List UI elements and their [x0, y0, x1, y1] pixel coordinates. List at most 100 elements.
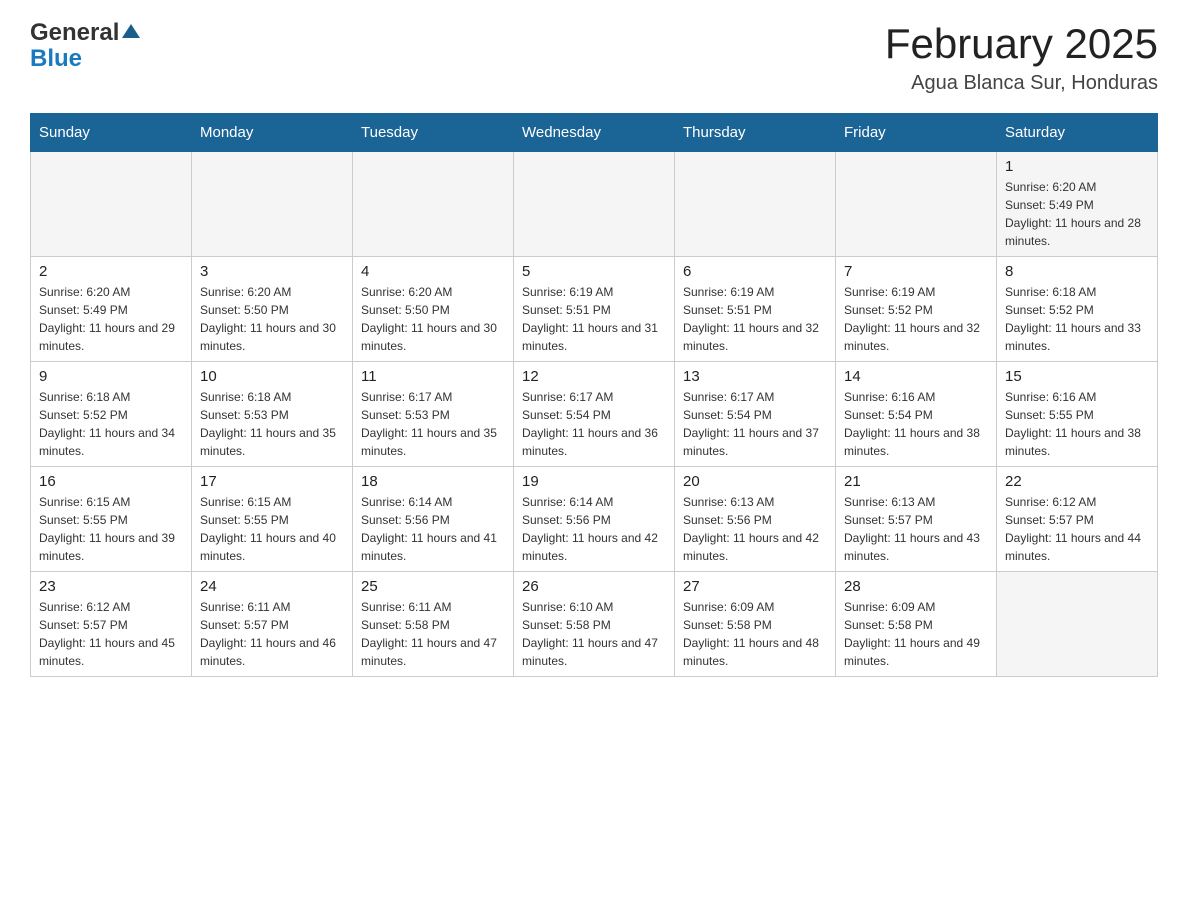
day-info: Sunrise: 6:13 AM Sunset: 5:56 PM Dayligh…: [683, 493, 827, 565]
day-info: Sunrise: 6:13 AM Sunset: 5:57 PM Dayligh…: [844, 493, 988, 565]
calendar-cell: [836, 152, 997, 257]
calendar-header-row: SundayMondayTuesdayWednesdayThursdayFrid…: [31, 114, 1158, 152]
column-header-sunday: Sunday: [31, 114, 192, 152]
day-number: 11: [361, 368, 505, 385]
calendar-week-row: 1 Sunrise: 6:20 AM Sunset: 5:49 PM Daylig…: [31, 152, 1158, 257]
day-info: Sunrise: 6:20 AM Sunset: 5:49 PM Dayligh…: [1005, 178, 1149, 250]
day-number: 24: [200, 578, 344, 595]
calendar-cell: 15 Sunrise: 6:16 AM Sunset: 5:55 PM Dayli…: [997, 362, 1158, 467]
calendar-cell: 1 Sunrise: 6:20 AM Sunset: 5:49 PM Daylig…: [997, 152, 1158, 257]
day-info: Sunrise: 6:17 AM Sunset: 5:54 PM Dayligh…: [683, 388, 827, 460]
day-number: 1: [1005, 158, 1149, 175]
calendar-cell: 26 Sunrise: 6:10 AM Sunset: 5:58 PM Dayli…: [514, 572, 675, 677]
day-number: 23: [39, 578, 183, 595]
calendar-cell: 7 Sunrise: 6:19 AM Sunset: 5:52 PM Daylig…: [836, 257, 997, 362]
calendar-cell: [192, 152, 353, 257]
day-number: 25: [361, 578, 505, 595]
calendar-cell: 4 Sunrise: 6:20 AM Sunset: 5:50 PM Daylig…: [353, 257, 514, 362]
day-info: Sunrise: 6:16 AM Sunset: 5:55 PM Dayligh…: [1005, 388, 1149, 460]
day-info: Sunrise: 6:18 AM Sunset: 5:52 PM Dayligh…: [1005, 283, 1149, 355]
calendar-week-row: 23 Sunrise: 6:12 AM Sunset: 5:57 PM Dayli…: [31, 572, 1158, 677]
calendar-cell: 2 Sunrise: 6:20 AM Sunset: 5:49 PM Daylig…: [31, 257, 192, 362]
month-title: February 2025: [885, 20, 1158, 68]
day-number: 8: [1005, 263, 1149, 280]
day-info: Sunrise: 6:11 AM Sunset: 5:58 PM Dayligh…: [361, 598, 505, 670]
calendar-cell: 3Sunrise: 6:20 AM Sunset: 5:50 PM Daylig…: [192, 257, 353, 362]
day-number: 10: [200, 368, 344, 385]
day-number: 18: [361, 473, 505, 490]
calendar-cell: 6 Sunrise: 6:19 AM Sunset: 5:51 PM Daylig…: [675, 257, 836, 362]
calendar-week-row: 2 Sunrise: 6:20 AM Sunset: 5:49 PM Daylig…: [31, 257, 1158, 362]
column-header-saturday: Saturday: [997, 114, 1158, 152]
day-number: 6: [683, 263, 827, 280]
calendar-cell: [31, 152, 192, 257]
calendar-cell: 16 Sunrise: 6:15 AM Sunset: 5:55 PM Dayli…: [31, 467, 192, 572]
page-header: General Blue February 2025 Agua Blanca S…: [30, 20, 1158, 95]
day-info: Sunrise: 6:19 AM Sunset: 5:52 PM Dayligh…: [844, 283, 988, 355]
day-info: Sunrise: 6:20 AM Sunset: 5:50 PM Dayligh…: [361, 283, 505, 355]
calendar-cell: 14 Sunrise: 6:16 AM Sunset: 5:54 PM Dayli…: [836, 362, 997, 467]
day-info: Sunrise: 6:09 AM Sunset: 5:58 PM Dayligh…: [683, 598, 827, 670]
day-number: 12: [522, 368, 666, 385]
day-info: Sunrise: 6:17 AM Sunset: 5:53 PM Dayligh…: [361, 388, 505, 460]
logo-triangle-icon: [122, 22, 140, 45]
calendar-cell: 18 Sunrise: 6:14 AM Sunset: 5:56 PM Dayli…: [353, 467, 514, 572]
day-info: Sunrise: 6:20 AM Sunset: 5:49 PM Dayligh…: [39, 283, 183, 355]
day-info: Sunrise: 6:19 AM Sunset: 5:51 PM Dayligh…: [683, 283, 827, 355]
title-section: February 2025 Agua Blanca Sur, Honduras: [885, 20, 1158, 95]
calendar-cell: [997, 572, 1158, 677]
day-number: 7: [844, 263, 988, 280]
column-header-wednesday: Wednesday: [514, 114, 675, 152]
day-info: Sunrise: 6:15 AM Sunset: 5:55 PM Dayligh…: [200, 493, 344, 565]
calendar-table: SundayMondayTuesdayWednesdayThursdayFrid…: [30, 113, 1158, 677]
day-number: 19: [522, 473, 666, 490]
day-info: Sunrise: 6:14 AM Sunset: 5:56 PM Dayligh…: [361, 493, 505, 565]
day-number: 2: [39, 263, 183, 280]
calendar-cell: 21Sunrise: 6:13 AM Sunset: 5:57 PM Dayli…: [836, 467, 997, 572]
day-info: Sunrise: 6:10 AM Sunset: 5:58 PM Dayligh…: [522, 598, 666, 670]
calendar-cell: 13 Sunrise: 6:17 AM Sunset: 5:54 PM Dayli…: [675, 362, 836, 467]
calendar-cell: 20Sunrise: 6:13 AM Sunset: 5:56 PM Dayli…: [675, 467, 836, 572]
day-number: 15: [1005, 368, 1149, 385]
calendar-cell: [514, 152, 675, 257]
calendar-cell: 9 Sunrise: 6:18 AM Sunset: 5:52 PM Daylig…: [31, 362, 192, 467]
day-number: 22: [1005, 473, 1149, 490]
day-info: Sunrise: 6:17 AM Sunset: 5:54 PM Dayligh…: [522, 388, 666, 460]
logo-general-text: General: [30, 20, 119, 46]
day-info: Sunrise: 6:09 AM Sunset: 5:58 PM Dayligh…: [844, 598, 988, 670]
calendar-cell: 23 Sunrise: 6:12 AM Sunset: 5:57 PM Dayli…: [31, 572, 192, 677]
column-header-tuesday: Tuesday: [353, 114, 514, 152]
day-info: Sunrise: 6:19 AM Sunset: 5:51 PM Dayligh…: [522, 283, 666, 355]
column-header-monday: Monday: [192, 114, 353, 152]
calendar-cell: 25 Sunrise: 6:11 AM Sunset: 5:58 PM Dayli…: [353, 572, 514, 677]
column-header-thursday: Thursday: [675, 114, 836, 152]
day-number: 9: [39, 368, 183, 385]
day-number: 27: [683, 578, 827, 595]
day-info: Sunrise: 6:15 AM Sunset: 5:55 PM Dayligh…: [39, 493, 183, 565]
day-info: Sunrise: 6:12 AM Sunset: 5:57 PM Dayligh…: [39, 598, 183, 670]
day-number: 4: [361, 263, 505, 280]
day-number: 28: [844, 578, 988, 595]
day-info: Sunrise: 6:16 AM Sunset: 5:54 PM Dayligh…: [844, 388, 988, 460]
calendar-week-row: 16 Sunrise: 6:15 AM Sunset: 5:55 PM Dayli…: [31, 467, 1158, 572]
calendar-cell: [353, 152, 514, 257]
day-info: Sunrise: 6:18 AM Sunset: 5:52 PM Dayligh…: [39, 388, 183, 460]
calendar-cell: 8 Sunrise: 6:18 AM Sunset: 5:52 PM Daylig…: [997, 257, 1158, 362]
calendar-week-row: 9 Sunrise: 6:18 AM Sunset: 5:52 PM Daylig…: [31, 362, 1158, 467]
day-info: Sunrise: 6:11 AM Sunset: 5:57 PM Dayligh…: [200, 598, 344, 670]
day-number: 13: [683, 368, 827, 385]
calendar-cell: 10Sunrise: 6:18 AM Sunset: 5:53 PM Dayli…: [192, 362, 353, 467]
logo-blue-text: Blue: [30, 45, 82, 72]
calendar-cell: 11 Sunrise: 6:17 AM Sunset: 5:53 PM Dayli…: [353, 362, 514, 467]
day-number: 16: [39, 473, 183, 490]
day-info: Sunrise: 6:14 AM Sunset: 5:56 PM Dayligh…: [522, 493, 666, 565]
day-number: 14: [844, 368, 988, 385]
day-number: 26: [522, 578, 666, 595]
calendar-cell: 12 Sunrise: 6:17 AM Sunset: 5:54 PM Dayli…: [514, 362, 675, 467]
calendar-cell: 28 Sunrise: 6:09 AM Sunset: 5:58 PM Dayli…: [836, 572, 997, 677]
calendar-cell: 5Sunrise: 6:19 AM Sunset: 5:51 PM Daylig…: [514, 257, 675, 362]
location-title: Agua Blanca Sur, Honduras: [885, 72, 1158, 95]
day-info: Sunrise: 6:20 AM Sunset: 5:50 PM Dayligh…: [200, 283, 344, 355]
calendar-cell: [675, 152, 836, 257]
calendar-cell: 27 Sunrise: 6:09 AM Sunset: 5:58 PM Dayli…: [675, 572, 836, 677]
